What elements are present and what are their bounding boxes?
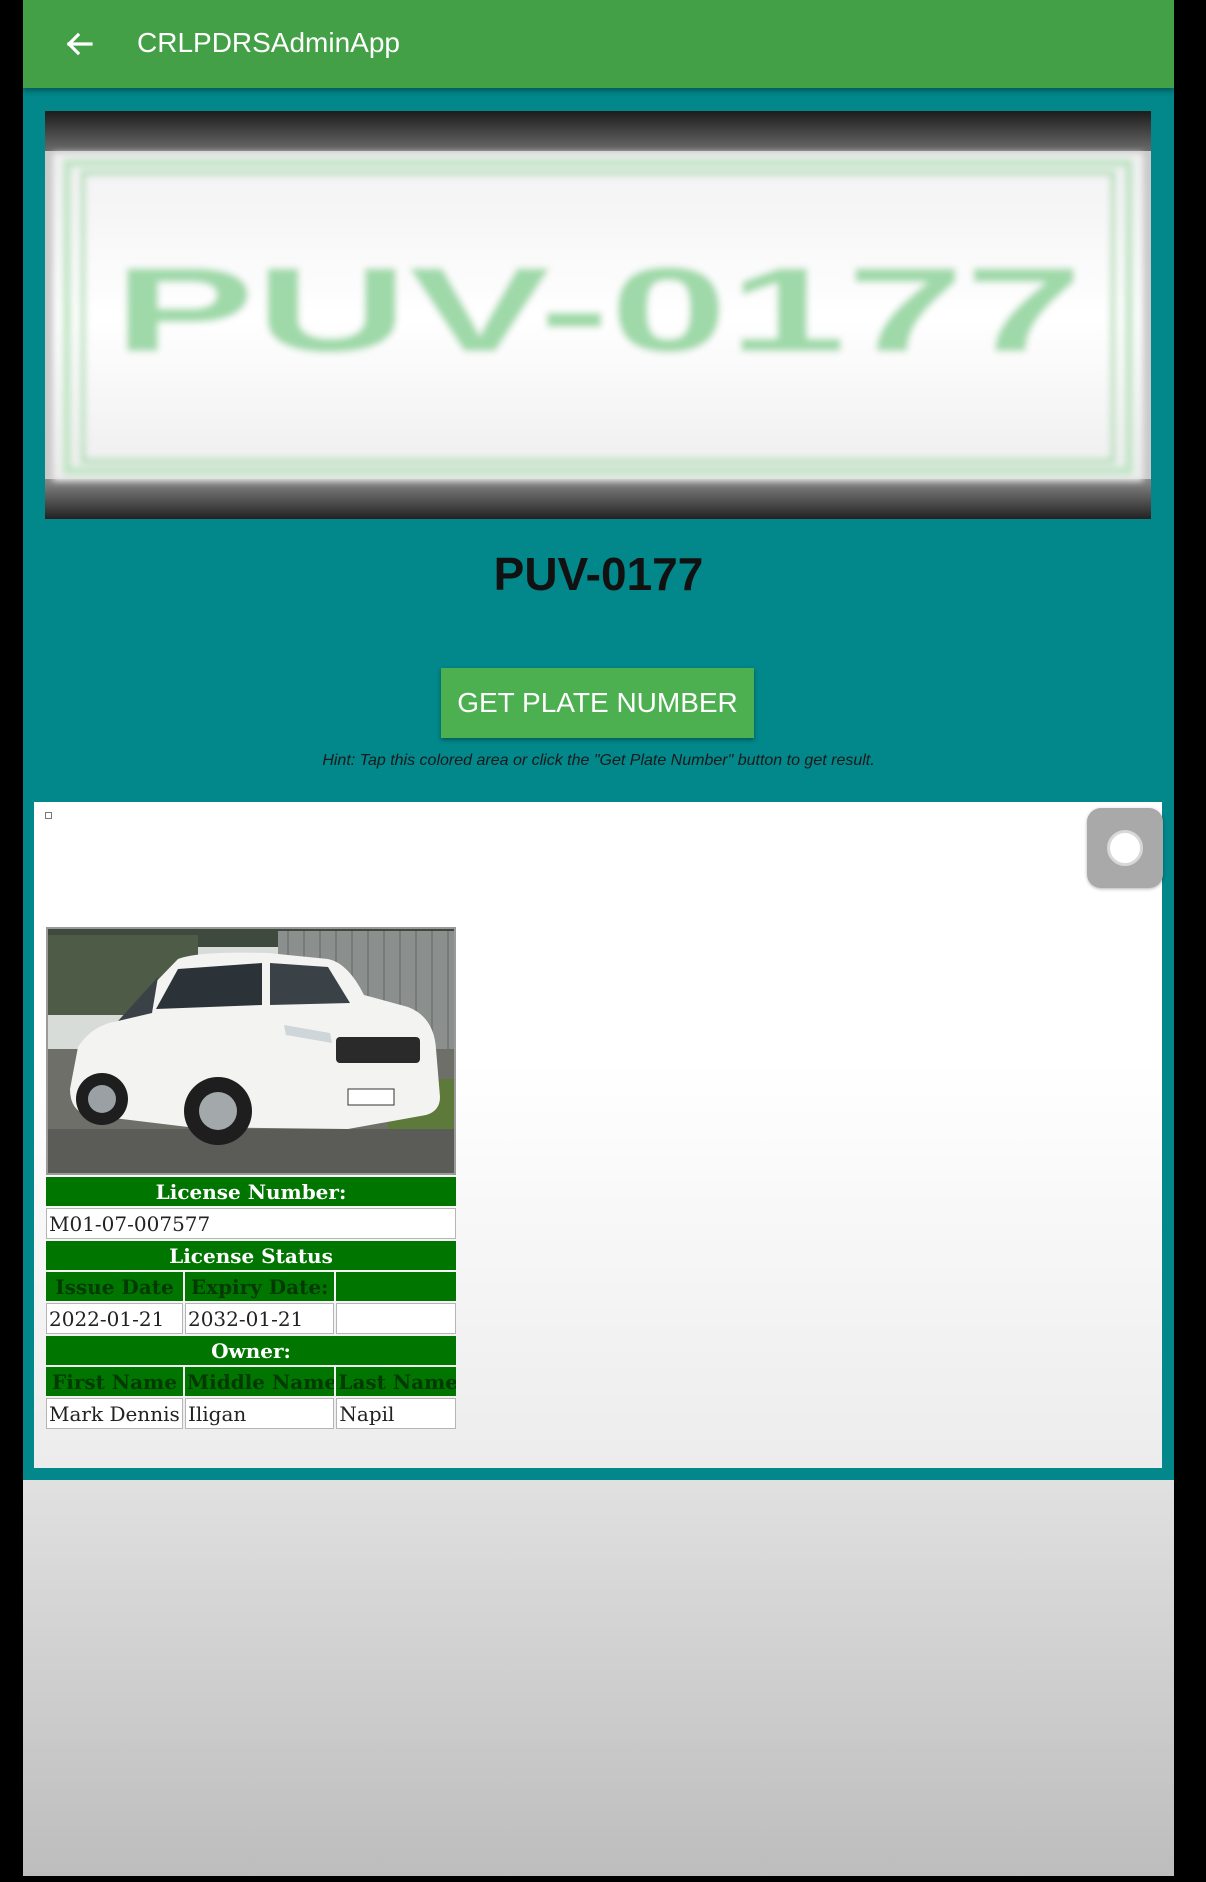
license-number-label: License Number: — [46, 1177, 456, 1206]
assistive-touch-icon[interactable] — [1087, 808, 1163, 888]
first-name-label: First Name — [46, 1367, 183, 1396]
last-name-value: Napil — [336, 1398, 456, 1429]
last-name-label: Last Name — [336, 1367, 456, 1396]
first-name-value: Mark Dennis — [46, 1398, 183, 1429]
license-number-value: M01-07-007577 — [46, 1208, 456, 1239]
assistive-touch-dot — [1107, 830, 1143, 866]
license-info-table: License Number: M01-07-007577 License St… — [44, 1175, 458, 1431]
app-screen: CRLPDRSAdminApp PUV-0177 PUV-0177 GET PL… — [23, 0, 1174, 1876]
license-status-label: License Status — [46, 1241, 456, 1270]
vehicle-photo — [46, 927, 456, 1175]
middle-name-label: Middle Name — [184, 1367, 335, 1396]
camera-preview[interactable]: PUV-0177 — [45, 111, 1151, 519]
middle-name-value: Iligan — [184, 1398, 335, 1429]
status-empty-header — [336, 1272, 456, 1301]
camera-plate-text: PUV-0177 — [113, 243, 1083, 377]
issue-date-value: 2022-01-21 — [46, 1303, 183, 1334]
issue-date-label: Issue Date — [46, 1272, 183, 1301]
hint-text: Hint: Tap this colored area or click the… — [322, 752, 875, 769]
app-title: CRLPDRSAdminApp — [137, 27, 400, 58]
vehicle-record-card: License Number: M01-07-007577 License St… — [46, 927, 456, 1431]
back-arrow-icon[interactable] — [59, 24, 99, 64]
recognized-plate-number: PUV-0177 — [493, 548, 704, 600]
status-empty-cell — [336, 1303, 456, 1334]
expiry-date-value: 2032-01-21 — [184, 1303, 335, 1334]
broken-image-icon — [45, 812, 52, 819]
expiry-date-label: Expiry Date: — [184, 1272, 335, 1301]
get-plate-number-button[interactable]: GET PLATE NUMBER — [441, 668, 754, 738]
owner-label: Owner: — [46, 1336, 456, 1365]
app-bar: CRLPDRSAdminApp — [23, 0, 1174, 88]
